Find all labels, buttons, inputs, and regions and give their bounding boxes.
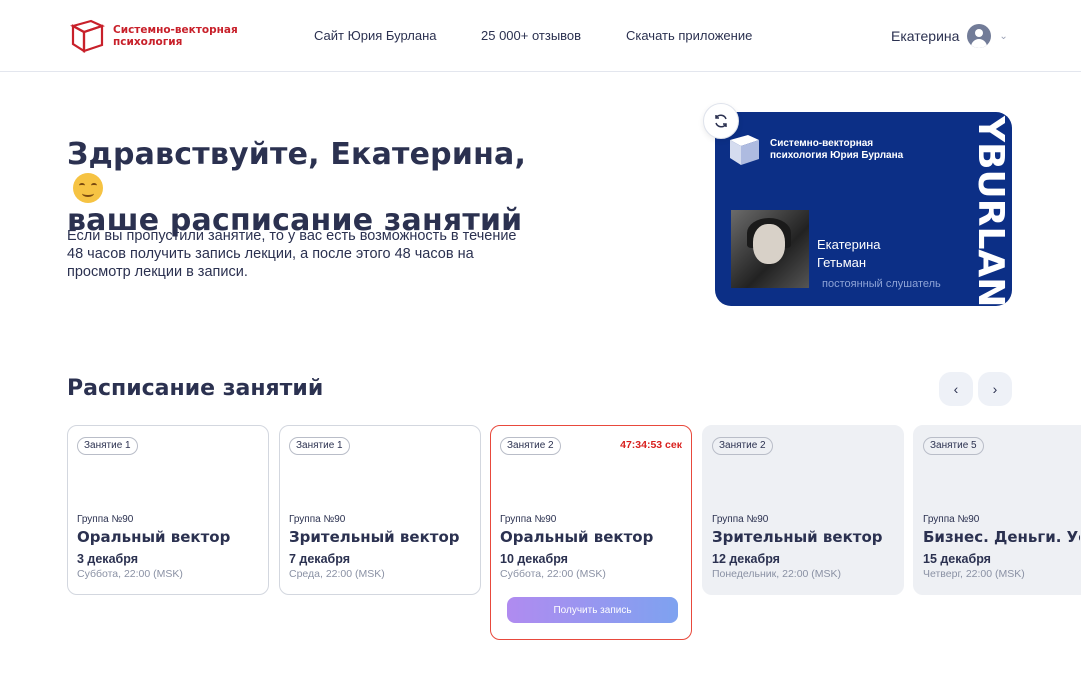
smiling-emoji-icon [73,173,103,203]
lesson-date: 10 декабря [500,552,568,566]
refresh-icon [715,114,727,128]
lesson-card[interactable]: Занятие 2 Группа №90 Зрительный вектор 1… [702,425,904,595]
lesson-badge: Занятие 5 [923,437,984,455]
schedule-next-button[interactable]: › [978,372,1012,406]
lesson-date: 3 декабря [77,552,139,566]
lesson-card[interactable]: Занятие 5 Группа №90 Бизнес. Деньги. Ус … [913,425,1081,595]
nav-link-download-app[interactable]: Скачать приложение [626,28,752,43]
schedule-title: Расписание занятий [67,376,324,401]
lesson-card[interactable]: Занятие 1 Группа №90 Оральный вектор 3 д… [67,425,269,595]
get-recording-button[interactable]: Получить запись [507,597,678,623]
vertical-brand-text: YBURLAN [973,115,1011,306]
lesson-badge: Занятие 2 [712,437,773,455]
lesson-name: Оральный вектор [500,528,654,546]
card-logo-text: Системно-векторная психология Юрия Бурла… [770,138,904,161]
greeting-title: Здравствуйте, Екатерина, ваше расписание… [67,137,526,239]
user-name: Екатерина [891,28,960,44]
schedule-prev-button[interactable]: ‹ [939,372,973,406]
lesson-card[interactable]: Занятие 1 Группа №90 Зрительный вектор 7… [279,425,481,595]
lesson-name: Зрительный вектор [289,528,460,546]
nav-link-reviews[interactable]: 25 000+ отзывов [481,28,581,43]
nav-link-burlan-site[interactable]: Сайт Юрия Бурлана [314,28,436,43]
member-first-name: Екатерина [817,237,881,252]
chevron-right-icon: › [992,381,998,397]
avatar [967,24,992,48]
lesson-name: Бизнес. Деньги. Ус [923,528,1081,546]
lesson-badge: Занятие 1 [289,437,350,455]
chevron-down-icon: ⌄ [999,30,1008,42]
chevron-left-icon: ‹ [953,381,959,397]
cube-logo-icon [70,19,105,54]
recording-timer: 47:34:53 сек [620,439,682,451]
refresh-card-button[interactable] [703,103,739,139]
lesson-date: 7 декабря [289,552,351,566]
member-photo [731,210,809,288]
site-logo[interactable]: Системно-векторная психология [69,18,243,54]
member-card: Системно-векторная психология Юрия Бурла… [715,112,1012,306]
lesson-group: Группа №90 [77,514,134,525]
lesson-day-time: Среда, 22:00 (MSK) [289,568,385,580]
greeting-line-1: Здравствуйте, Екатерина, [67,137,527,172]
lesson-badge: Занятие 2 [500,437,561,455]
lesson-group: Группа №90 [923,514,980,525]
member-name: Екатерина Гетьман [817,236,881,272]
top-header: Системно-векторная психология Сайт Юрия … [0,0,1081,72]
user-menu[interactable]: Екатерина ⌄ [891,24,1008,48]
lesson-group: Группа №90 [712,514,769,525]
greeting-description: Если вы пропустили занятие, то у вас ест… [67,228,517,280]
lesson-group: Группа №90 [500,514,557,525]
lesson-card-active[interactable]: Занятие 2 47:34:53 сек Группа №90 Оральн… [490,425,692,640]
lesson-name: Оральный вектор [77,528,231,546]
card-vertical-brand: YBURLAN [973,115,1011,306]
lesson-day-time: Четверг, 22:00 (MSK) [923,568,1025,580]
member-role: постоянный слушатель [822,278,941,290]
lesson-name: Зрительный вектор [712,528,883,546]
lesson-day-time: Понедельник, 22:00 (MSK) [712,568,842,580]
cube-logo-icon [730,135,759,165]
lesson-badge: Занятие 1 [77,437,138,455]
logo-text: Системно-векторная психология [113,24,238,48]
member-last-name: Гетьман [817,255,867,270]
lesson-date: 15 декабря [923,552,991,566]
lesson-group: Группа №90 [289,514,346,525]
lesson-day-time: Суббота, 22:00 (MSK) [77,568,183,580]
card-logo: Системно-векторная психология Юрия Бурла… [726,132,920,168]
lesson-date: 12 декабря [712,552,780,566]
lesson-day-time: Суббота, 22:00 (MSK) [500,568,606,580]
